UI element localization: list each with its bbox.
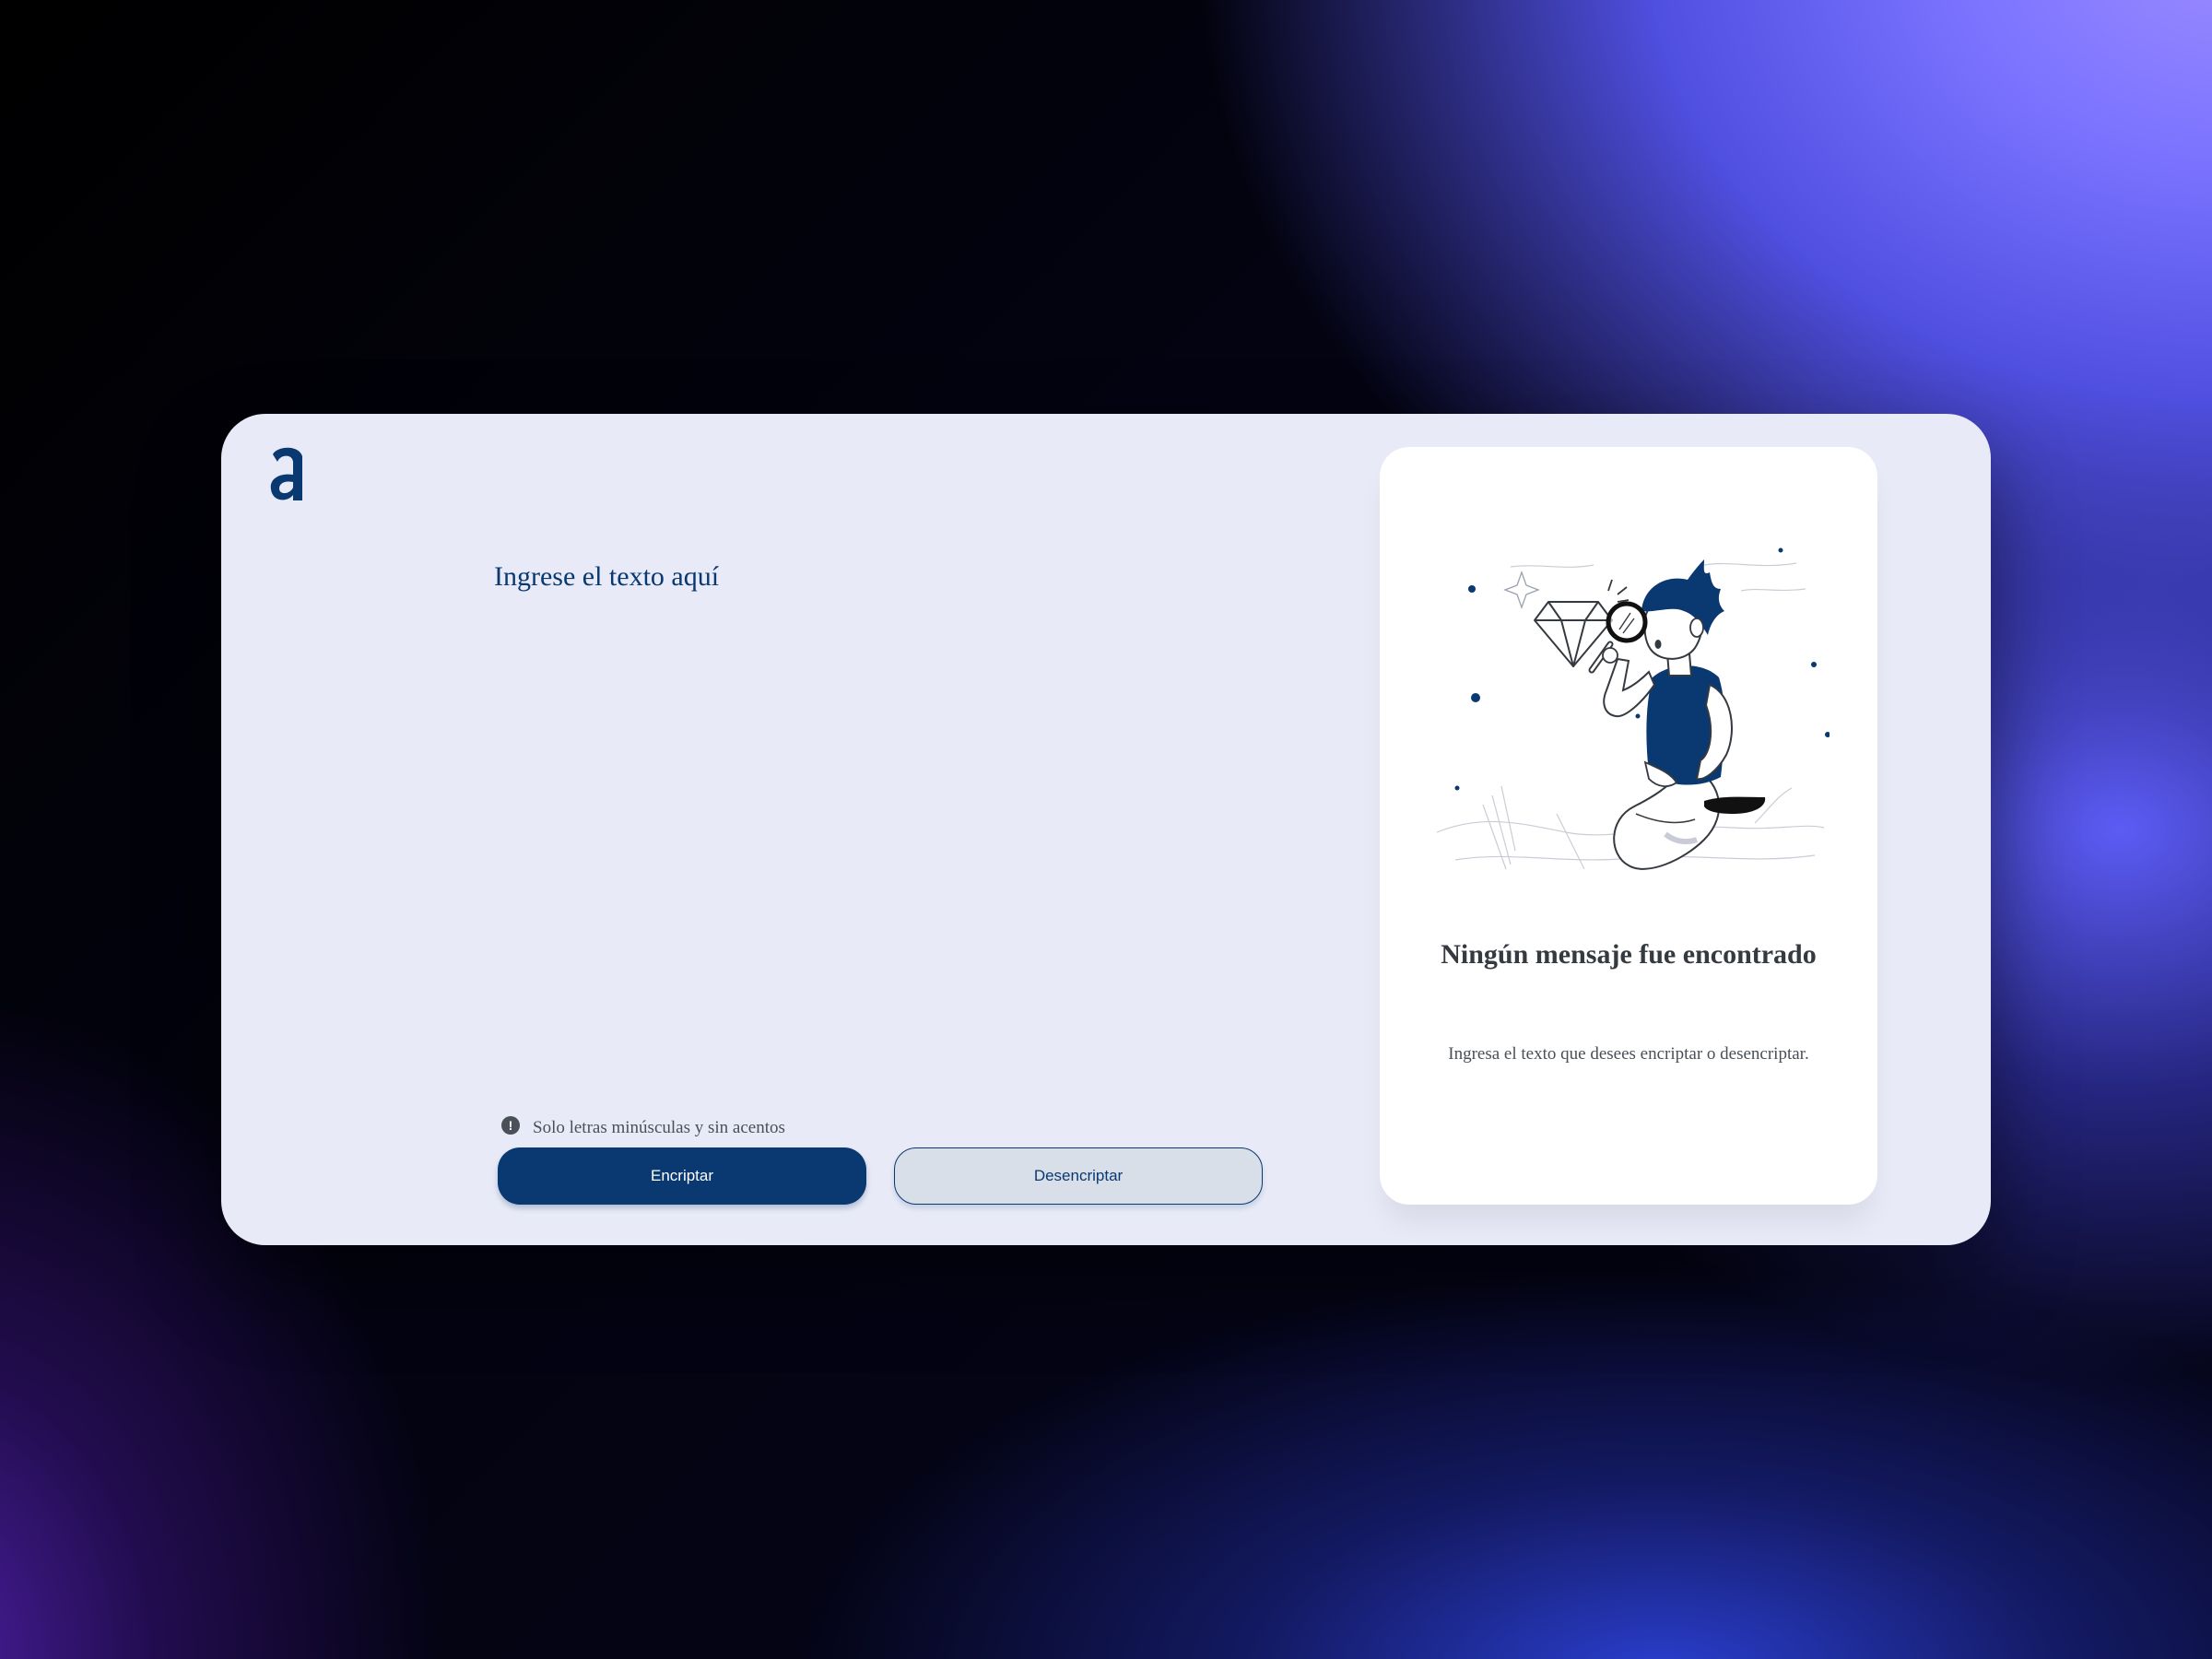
no-message-subtitle: Ingresa el texto que desees encriptar o … (1448, 1044, 1809, 1064)
alura-a-logo-icon (270, 447, 302, 500)
text-input[interactable] (494, 561, 1259, 1041)
person-searching-with-magnifier-illustration (1436, 547, 1830, 870)
hint-row: ! Solo letras minúsculas y sin acentos (501, 1112, 785, 1138)
exclamation-circle-icon: ! (501, 1116, 520, 1135)
hint-text: Solo letras minúsculas y sin acentos (533, 1118, 785, 1137)
app-card: ! Solo letras minúsculas y sin acentos E… (221, 414, 1991, 1245)
encrypt-button[interactable]: Encriptar (498, 1147, 866, 1205)
no-message-title: Ningún mensaje fue encontrado (1441, 939, 1817, 970)
output-panel: Ningún mensaje fue encontrado Ingresa el… (1380, 447, 1877, 1205)
decrypt-button[interactable]: Desencriptar (894, 1147, 1263, 1205)
